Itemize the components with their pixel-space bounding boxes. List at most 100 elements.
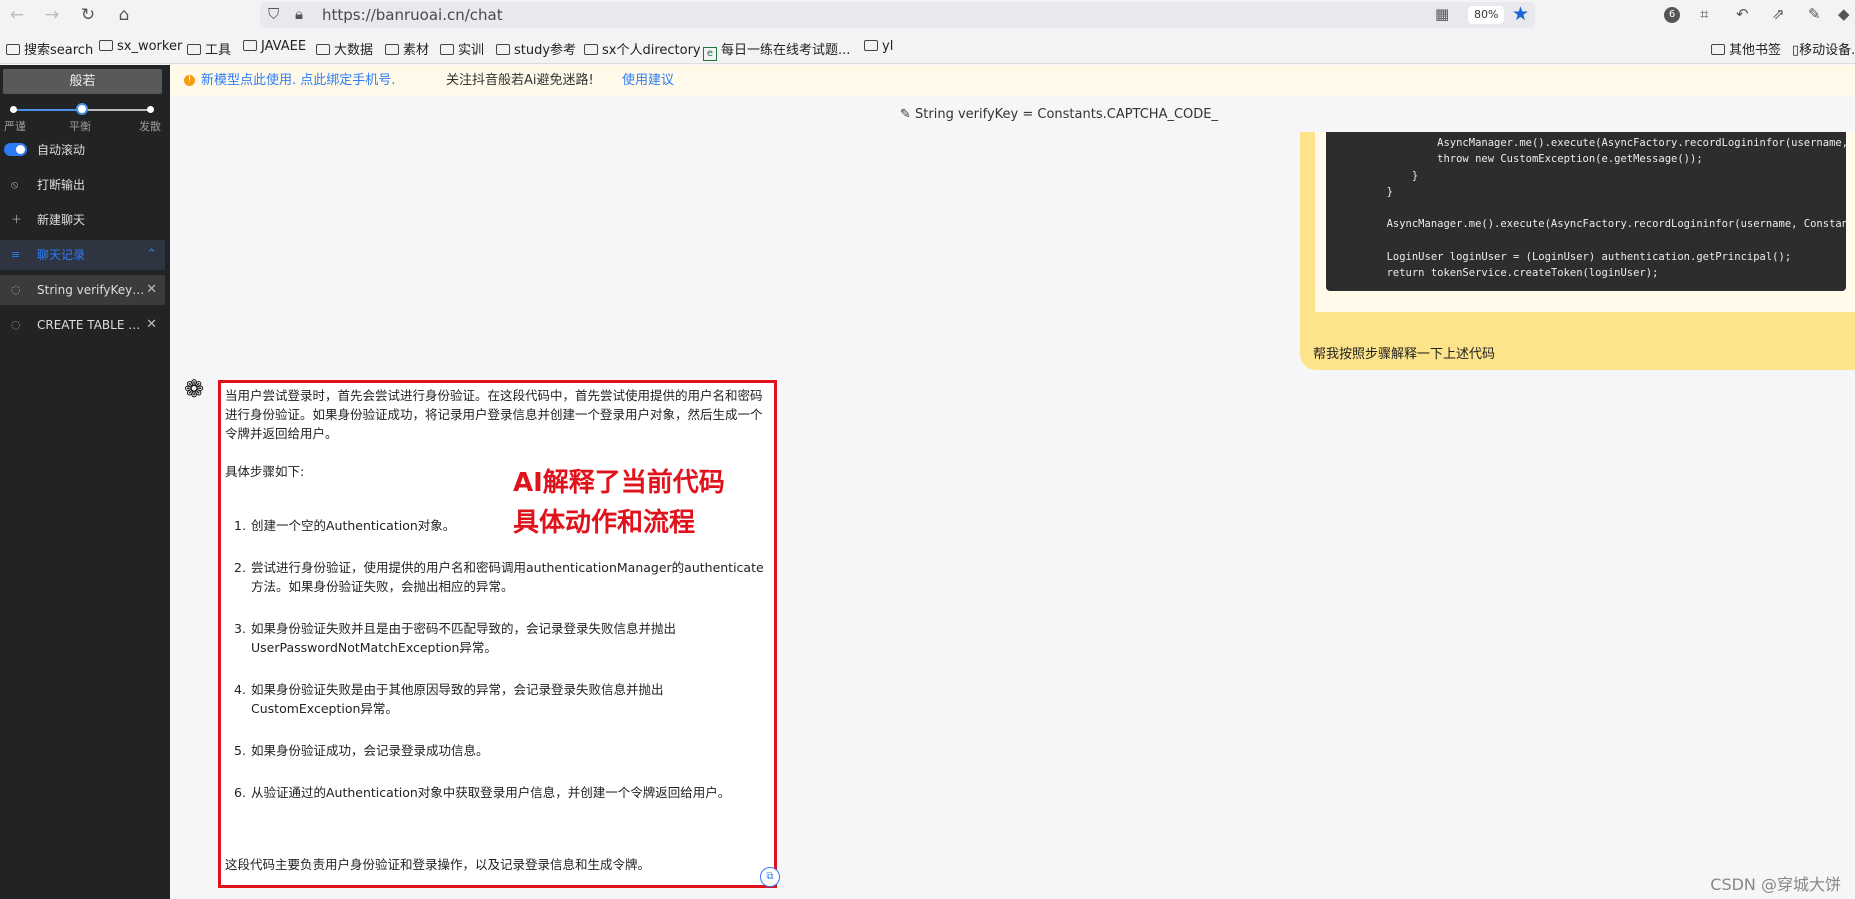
bookmark-item[interactable]: e 每日一练在线考试题... [703, 39, 850, 61]
chat-bubble-icon: ◌ [11, 318, 21, 331]
shield-icon[interactable]: ⛉ [268, 5, 279, 23]
back-icon[interactable]: ← [5, 4, 29, 26]
copy-icon[interactable]: ⧉ [760, 867, 780, 887]
qr-code-icon[interactable]: ▦ [1435, 5, 1449, 23]
user-message-body: AsyncManager.me().execute(AsyncFactory.r… [1315, 132, 1855, 312]
slider-label-balanced: 平衡 [69, 120, 91, 133]
reload-icon[interactable]: ↻ [76, 4, 100, 26]
address-bar[interactable]: ⛉ 🔒︎ https://banruoai.cn/chat ▦ 80% ★ [260, 2, 1535, 28]
ai-steps-list: 1. 创建一个空的Authentication对象。 2. 尝试进行身份验证，使用提… [234, 516, 770, 802]
eyedropper-icon[interactable]: ✎ [1808, 5, 1821, 23]
slider-stop[interactable] [10, 106, 17, 113]
share-icon[interactable]: ⇗ [1772, 5, 1785, 23]
bookmark-star-icon[interactable]: ★ [1512, 3, 1529, 25]
new-chat-button[interactable]: ＋ 新建聊天 [0, 205, 165, 235]
chat-history-label: 聊天记录 [37, 248, 86, 262]
folder-icon [385, 44, 399, 55]
folder-icon [584, 44, 598, 55]
list-item: 5. 如果身份验证成功，会记录登录成功信息。 [234, 743, 489, 758]
home-icon[interactable]: ⌂ [112, 4, 136, 26]
folder-icon [187, 44, 201, 55]
undo-icon[interactable]: ↶ [1736, 5, 1749, 23]
browser-toolbar: ← → ↻ ⌂ ⛉ 🔒︎ https://banruoai.cn/chat ▦ … [0, 0, 1855, 30]
list-item: 6. 从验证通过的Authentication对象中获取登录用户信息，并创建一个令… [234, 785, 731, 800]
user-message-text: 帮我按照步骤解释一下上述代码 [1313, 347, 1496, 362]
chevron-up-icon: ⌃ [146, 247, 157, 262]
notice-text: 关注抖音般若Ai避免迷路! [446, 73, 594, 88]
forward-icon[interactable]: → [40, 4, 64, 26]
folder-icon [243, 40, 257, 51]
ai-intro: 当用户尝试登录时，首先会尝试进行身份验证。在这段代码中，首先尝试使用提供的用户名… [225, 388, 763, 441]
close-icon[interactable]: ✕ [146, 310, 157, 340]
stop-icon: ⦸ [11, 178, 19, 191]
auto-scroll-row[interactable]: 自动滚动 [0, 135, 165, 165]
list-icon: ≡ [11, 248, 21, 261]
notice-link-model[interactable]: 新模型点此使用. 点此绑定手机号. [201, 65, 395, 96]
list-item: 2. 尝试进行身份验证，使用提供的用户名和密码调用authenticationMa… [234, 560, 764, 594]
bookmark-item[interactable]: JAVAEE [243, 39, 306, 54]
bookmark-item[interactable]: study参考 [496, 39, 576, 58]
bookmark-item[interactable]: 素材 [385, 39, 429, 58]
red-annotation: AI解释了当前代码 具体动作和流程 [513, 468, 725, 538]
bookmark-item[interactable]: yl [864, 39, 893, 54]
url-text[interactable]: https://banruoai.cn/chat [322, 6, 503, 24]
bookmark-item[interactable]: 工具 [187, 39, 231, 58]
folder-icon [440, 44, 454, 55]
bookmark-item[interactable]: 大数据 [316, 39, 373, 58]
bookmark-item[interactable]: 实训 [440, 39, 484, 58]
bookmarks-bar: 搜索search sx_worker 工具 JAVAEE 大数据 素材 实训 s… [0, 30, 1855, 64]
stop-output-button[interactable]: ⦸ 打断输出 [0, 170, 165, 200]
list-item: 4. 如果身份验证失败是由于其他原因导致的异常，会记录登录失败信息并抛出Custo… [234, 682, 664, 716]
chat-item[interactable]: ◌ CREATE TABLE `tb_... ✕ [0, 310, 165, 340]
bookmark-item-mobile[interactable]: ▯移动设备... [1792, 39, 1855, 58]
bookmark-item-other[interactable]: 其他书签 [1711, 39, 1781, 58]
extensions-icon[interactable]: ◆ [1838, 5, 1850, 23]
bookmark-item[interactable]: sx_worker [99, 39, 182, 54]
plus-icon: ＋ [11, 213, 22, 226]
chat-item-title: String verifyKey = C... [37, 283, 145, 297]
temperature-slider-fill [13, 109, 82, 111]
chat-item-title: CREATE TABLE `tb_... [37, 318, 145, 332]
slider-label-divergent: 发散 [139, 120, 161, 133]
model-select-button[interactable]: 般若 [3, 69, 162, 94]
temperature-slider-knob[interactable] [76, 103, 88, 115]
auto-scroll-toggle[interactable] [4, 143, 27, 156]
notice-link-tips[interactable]: 使用建议 [622, 65, 674, 96]
list-item: 3. 如果身份验证失败并且是由于密码不匹配导致的，会记录登录失败信息并抛出User… [234, 621, 677, 655]
folder-icon [496, 44, 510, 55]
folder-icon [316, 44, 330, 55]
code-block: AsyncManager.me().execute(AsyncFactory.r… [1326, 132, 1846, 291]
user-message: AsyncManager.me().execute(AsyncFactory.r… [1300, 132, 1855, 370]
code-text: AsyncManager.me().execute(AsyncFactory.r… [1386, 137, 1846, 280]
new-chat-label: 新建聊天 [37, 213, 86, 227]
chat-history-toggle[interactable]: ≡ 聊天记录 ⌃ [0, 240, 165, 270]
slider-label-strict: 严谨 [4, 120, 26, 133]
bookmark-item[interactable]: sx个人directory [584, 39, 701, 58]
ai-summary: 这段代码主要负责用户身份验证和登录操作，以及记录登录信息和生成令牌。 [225, 857, 651, 872]
warning-icon: ! [184, 75, 195, 86]
chat-item[interactable]: ◌ String verifyKey = C... ✕ [0, 275, 165, 305]
chat-title[interactable]: ✎ String verifyKey = Constants.CAPTCHA_C… [900, 107, 1218, 122]
bookmark-item[interactable]: 搜索search [6, 39, 93, 58]
watermark: CSDN @穿城大饼 [1710, 875, 1841, 894]
crop-icon[interactable]: ⌗ [1700, 5, 1708, 23]
folder-icon [6, 44, 20, 55]
folder-icon [864, 40, 878, 51]
ai-avatar-icon: ❁ [183, 375, 205, 403]
chat-title-text: String verifyKey = Constants.CAPTCHA_COD… [915, 107, 1219, 122]
notice-bar: ! 新模型点此使用. 点此绑定手机号. 关注抖音般若Ai避免迷路! 使用建议 [170, 65, 1855, 96]
ai-message: 当用户尝试登录时，首先会尝试进行身份验证。在这段代码中，首先尝试使用提供的用户名… [218, 380, 777, 888]
sidebar: 般若 严谨 平衡 发散 自动滚动 ⦸ 打断输出 ＋ 新建聊天 ≡ 聊天记录 ⌃ … [0, 65, 170, 899]
stop-output-label: 打断输出 [37, 178, 86, 192]
slider-stop[interactable] [147, 106, 154, 113]
close-icon[interactable]: ✕ [146, 275, 157, 305]
extension-badge[interactable]: 6 [1664, 7, 1680, 23]
lock-icon[interactable]: 🔒︎ [295, 5, 303, 23]
folder-icon [1711, 44, 1725, 55]
chat-bubble-icon: ◌ [11, 283, 21, 296]
folder-icon [99, 40, 113, 51]
pencil-icon[interactable]: ✎ [900, 107, 911, 122]
auto-scroll-label: 自动滚动 [37, 143, 86, 157]
ie-icon: e [703, 47, 717, 61]
zoom-level[interactable]: 80% [1468, 6, 1505, 24]
